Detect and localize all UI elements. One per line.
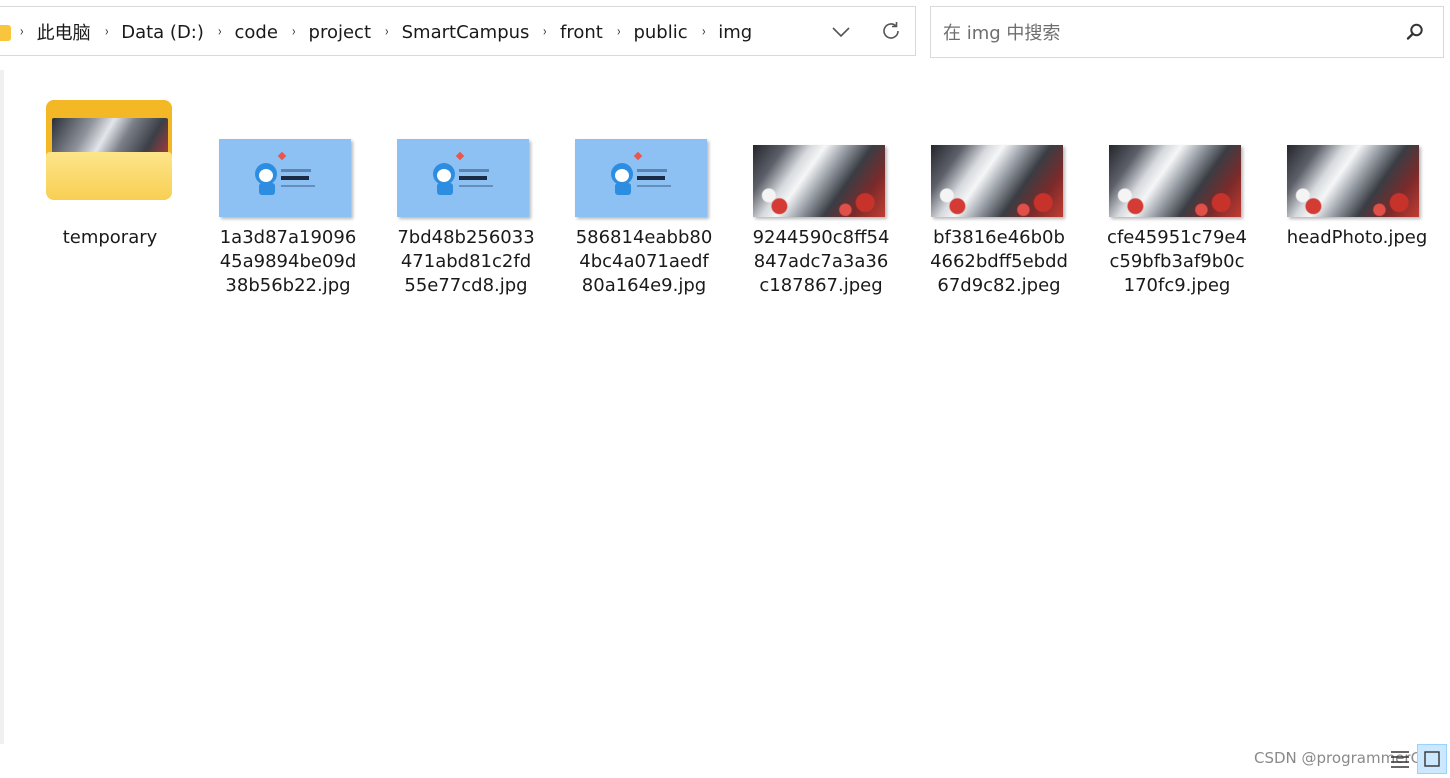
file-name: temporary [62, 227, 158, 248]
image-thumbnail[interactable] [1109, 145, 1241, 217]
file-name: headPhoto.jpeg [1286, 227, 1428, 248]
thumbnail-text-line [637, 176, 665, 180]
image-thumbnail[interactable] [1287, 145, 1419, 217]
doraemon-icon [255, 163, 277, 185]
file-name: 7bd48b256033471abd81c2fd55e77cd8.jpg [397, 227, 535, 296]
thumbnail-text-line [459, 169, 489, 172]
file-grid: temporary 1a3d87a1909645a9894be09d38b56b… [0, 0, 1450, 744]
file-name: cfe45951c79e4c59bfb3af9b0c170fc9.jpeg [1107, 227, 1247, 296]
thumbnail-text-line [281, 185, 315, 187]
file-name: 586814eabb804bc4a071aedf80a164e9.jpg [575, 227, 713, 296]
thumbnail-text-line [281, 169, 311, 172]
thumbnail-text-line [459, 176, 487, 180]
heart-icon [633, 151, 643, 161]
doraemon-body [259, 183, 275, 195]
image-thumbnail[interactable] [931, 145, 1063, 217]
thumbnail-text-line [459, 185, 493, 187]
image-thumbnail[interactable] [397, 139, 529, 217]
doraemon-body [437, 183, 453, 195]
file-name: bf3816e46b0b4662bdff5ebdd67d9c82.jpeg [930, 227, 1068, 296]
image-thumbnail[interactable] [753, 145, 885, 217]
doraemon-icon [611, 163, 633, 185]
heart-icon [455, 151, 465, 161]
folder-front [46, 152, 172, 200]
doraemon-icon [433, 163, 455, 185]
image-thumbnail[interactable] [219, 139, 351, 217]
thumbnail-text-line [637, 169, 667, 172]
file-name: 1a3d87a1909645a9894be09d38b56b22.jpg [219, 227, 357, 296]
thumbnail-text-line [281, 176, 309, 180]
thumbnail-text-line [637, 185, 671, 187]
doraemon-body [615, 183, 631, 195]
large-icons-view-icon[interactable] [1417, 744, 1447, 774]
heart-icon [277, 151, 287, 161]
image-thumbnail[interactable] [575, 139, 707, 217]
file-name: 9244590c8ff54847adc7a3a36c187867.jpeg [752, 227, 890, 296]
details-view-icon[interactable] [1390, 748, 1410, 768]
